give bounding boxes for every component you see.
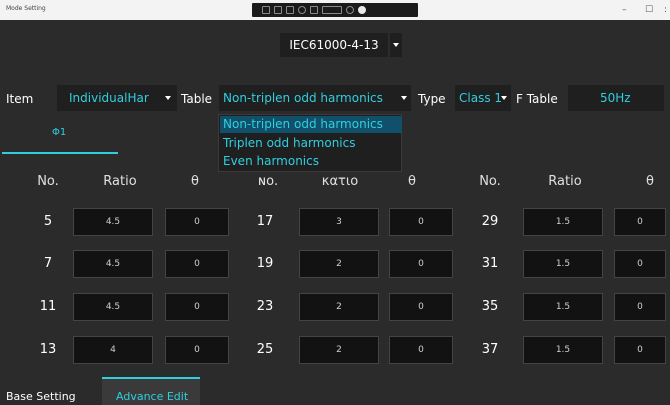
theta-input[interactable]: 0 — [389, 208, 453, 236]
paint-icon[interactable] — [286, 6, 294, 14]
tab-active-indicator — [2, 152, 118, 154]
table-select[interactable]: Non-triplen odd harmonics — [219, 85, 411, 111]
theta-input[interactable]: 0 — [614, 293, 666, 321]
standard-value: IEC61000-4-13 — [289, 38, 379, 52]
harmonic-number: 35 — [481, 299, 499, 314]
harmonic-number: 11 — [39, 299, 57, 314]
harmonic-number: 17 — [256, 214, 274, 229]
ratio-input[interactable]: 2 — [299, 293, 379, 321]
harmonic-number: 19 — [256, 256, 274, 271]
ftable-label: F Table — [516, 92, 558, 106]
ratio-input[interactable]: 2 — [299, 250, 379, 278]
type-label: Type — [418, 92, 446, 106]
column-header-no: No. — [479, 174, 501, 189]
chevron-down-icon — [401, 96, 407, 100]
column-header-ratio: κατιο — [321, 174, 359, 189]
minimize-button[interactable]: – — [622, 4, 627, 16]
battery-icon — [322, 6, 342, 14]
window-title: Mode Setting — [6, 5, 46, 12]
harmonic-number: 7 — [43, 256, 53, 271]
record-icon[interactable] — [262, 6, 270, 14]
chevron-down-icon — [501, 96, 507, 100]
ratio-input[interactable]: 1.5 — [523, 293, 603, 321]
settings-icon[interactable] — [298, 6, 306, 14]
theta-input[interactable]: 0 — [165, 250, 229, 278]
standard-select[interactable]: IEC61000-4-13 — [280, 33, 388, 57]
ratio-input[interactable]: 4 — [73, 336, 153, 364]
ratio-input[interactable]: 2 — [299, 336, 379, 364]
status-dot-icon — [358, 6, 366, 14]
harmonic-number: 5 — [43, 214, 53, 229]
item-label: Item — [6, 92, 34, 106]
info-icon[interactable] — [346, 6, 354, 14]
dropdown-option-even[interactable]: Even harmonics — [223, 154, 319, 168]
ftable-value[interactable]: 50Hz — [568, 85, 664, 111]
theta-input[interactable]: 0 — [614, 250, 666, 278]
dropdown-option-triplen[interactable]: Triplen odd harmonics — [223, 136, 355, 150]
ratio-input[interactable]: 4.5 — [73, 208, 153, 236]
tab-base-setting[interactable]: Base Setting — [6, 390, 76, 403]
harmonic-number: 13 — [39, 342, 57, 357]
maximize-button[interactable]: ☐ — [645, 4, 653, 16]
table-label: Table — [181, 92, 213, 106]
harmonic-number: 37 — [481, 342, 499, 357]
more-button[interactable]: : — [664, 4, 667, 16]
tab-phase-1[interactable]: Φ1 — [52, 127, 66, 138]
type-value: Class 1 — [459, 91, 503, 105]
column-header-no: ɴᴏ. — [257, 174, 279, 189]
theta-input[interactable]: 0 — [389, 250, 453, 278]
ratio-input[interactable]: 1.5 — [523, 336, 603, 364]
ftable-value-text: 50Hz — [600, 91, 631, 105]
type-select[interactable]: Class 1 — [455, 85, 511, 111]
chevron-down-icon — [393, 43, 399, 47]
theta-input[interactable]: 0 — [165, 336, 229, 364]
chevron-down-icon — [165, 96, 171, 100]
theta-input[interactable]: 0 — [165, 293, 229, 321]
table-dropdown-list: Non-triplen odd harmonics Triplen odd ha… — [218, 114, 402, 172]
tab-advance-edit[interactable]: Advance Edit — [116, 390, 188, 403]
column-header-ratio: Ratio — [548, 174, 582, 189]
ratio-input[interactable]: 1.5 — [523, 208, 603, 236]
title-bar: Mode Setting – ☐ : — [0, 0, 670, 20]
theta-input[interactable]: 0 — [389, 293, 453, 321]
harmonic-number: 29 — [481, 214, 499, 229]
window-icon[interactable] — [274, 6, 282, 14]
toolbar — [252, 3, 418, 17]
column-header-no: No. — [37, 174, 59, 189]
theta-input[interactable]: 0 — [165, 208, 229, 236]
table-value: Non-triplen odd harmonics — [223, 91, 383, 105]
ratio-input[interactable]: 4.5 — [73, 293, 153, 321]
column-header-theta: θ — [191, 174, 199, 189]
theta-input[interactable]: 0 — [614, 336, 666, 364]
item-value: IndividualHar — [69, 91, 149, 105]
ratio-input[interactable]: 1.5 — [523, 250, 603, 278]
harmonic-number: 25 — [256, 342, 274, 357]
theta-input[interactable]: 0 — [614, 208, 666, 236]
ratio-input[interactable]: 4.5 — [73, 250, 153, 278]
theta-input[interactable]: 0 — [389, 336, 453, 364]
harmonic-number: 31 — [481, 256, 499, 271]
column-header-theta: θ — [646, 174, 654, 189]
column-header-theta: θ — [408, 174, 416, 189]
phone-icon[interactable] — [310, 6, 318, 14]
standard-dropdown-button[interactable] — [390, 33, 402, 57]
dropdown-option-non-triplen[interactable]: Non-triplen odd harmonics — [220, 116, 402, 133]
ratio-input[interactable]: 3 — [299, 208, 379, 236]
bottom-tab-indicator — [102, 377, 200, 379]
item-select[interactable]: IndividualHar — [57, 85, 177, 111]
harmonic-number: 23 — [256, 299, 274, 314]
column-header-ratio: Ratio — [103, 174, 137, 189]
